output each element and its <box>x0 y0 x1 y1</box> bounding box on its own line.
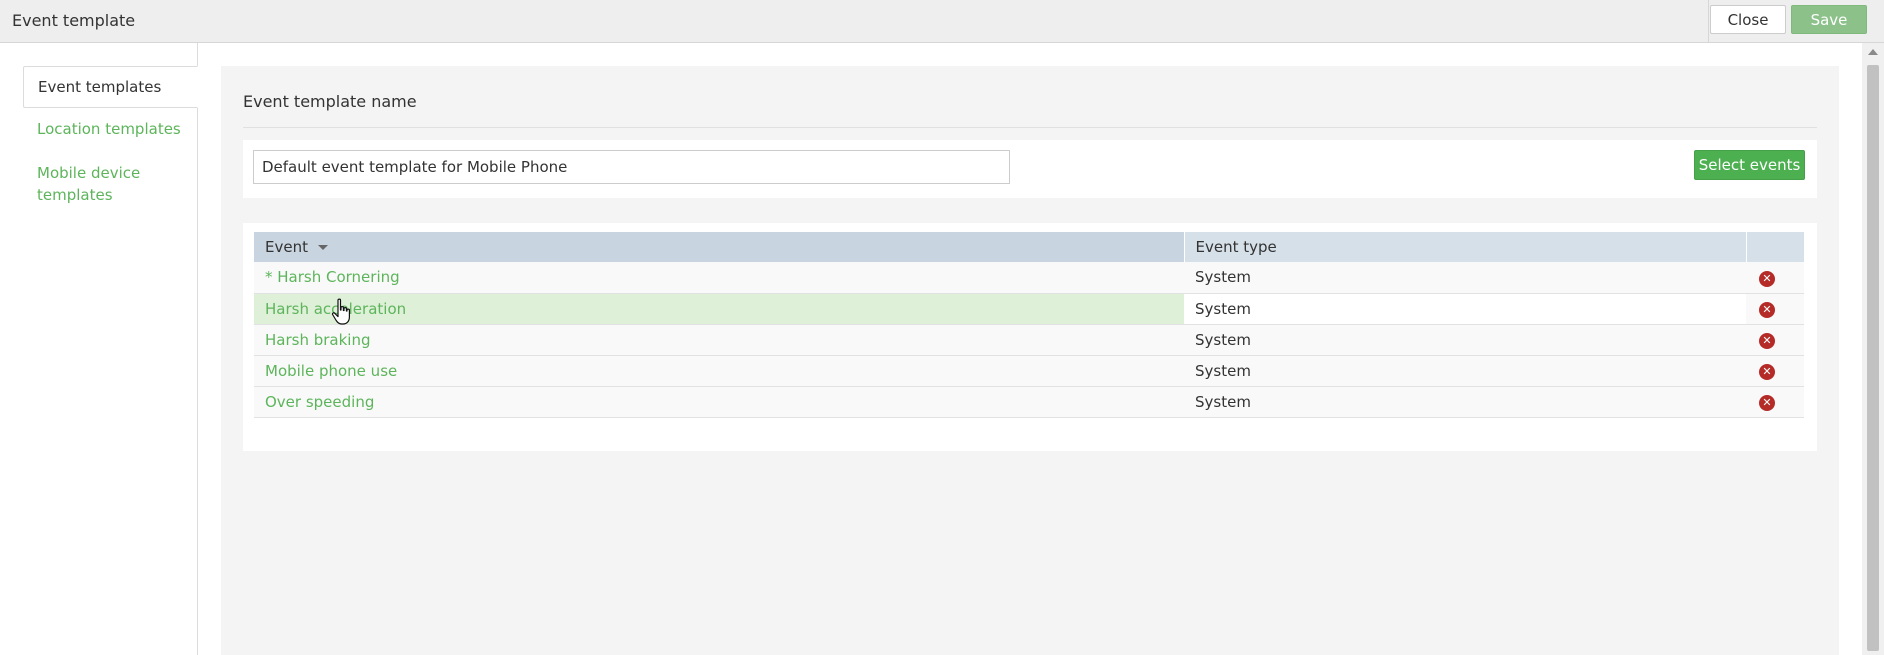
save-button[interactable]: Save <box>1791 5 1867 34</box>
event-cell: Over speeding <box>254 386 1184 418</box>
sidebar-item-mobile-device-templates[interactable]: Mobile device templates <box>23 162 163 206</box>
scroll-up-arrow-icon[interactable] <box>1868 49 1878 55</box>
column-header-event-type[interactable]: Event type <box>1183 232 1746 262</box>
table-header-row: Event Event type <box>254 232 1804 262</box>
column-header-event[interactable]: Event <box>254 232 1184 262</box>
event-cell: Harsh braking <box>254 324 1184 356</box>
select-events-button[interactable]: Select events <box>1694 150 1805 180</box>
sidebar: Event templates Location templates Mobil… <box>0 43 198 655</box>
table-row: Harsh acceleration System ✕ <box>254 293 1804 325</box>
template-name-panel: Select events <box>243 140 1817 198</box>
events-table-panel: Event Event type * Harsh Cornering Syste… <box>243 223 1817 451</box>
actions-cell: ✕ <box>1746 355 1804 387</box>
event-cell: Harsh acceleration <box>254 293 1184 325</box>
event-cell: Mobile phone use <box>254 355 1184 387</box>
remove-circle-icon[interactable]: ✕ <box>1759 333 1775 349</box>
event-type-text: System <box>1195 268 1251 287</box>
event-type-text: System <box>1195 299 1251 318</box>
event-link[interactable]: Over speeding <box>265 393 374 411</box>
event-type-cell: System <box>1184 324 1746 356</box>
sidebar-item-label: Event templates <box>38 78 162 96</box>
hand-cursor-icon <box>331 298 350 325</box>
main-content: Event template name Select events Event … <box>221 66 1839 655</box>
actions-cell: ✕ <box>1746 324 1804 356</box>
remove-circle-icon[interactable]: ✕ <box>1759 270 1775 287</box>
sidebar-item-event-templates[interactable]: Event templates <box>23 66 198 108</box>
title-bar: Event template Close Save <box>0 0 1884 43</box>
sidebar-item-location-templates[interactable]: Location templates <box>23 118 198 140</box>
table-row: Harsh braking System ✕ <box>254 324 1804 356</box>
scroll-thumb[interactable] <box>1867 65 1879 651</box>
event-link[interactable]: * Harsh Cornering <box>265 268 400 286</box>
event-link[interactable]: Harsh braking <box>265 331 371 349</box>
actions-cell: ✕ <box>1746 262 1804 294</box>
event-type-text: System <box>1195 392 1251 411</box>
divider <box>1708 0 1709 43</box>
window-title: Event template <box>12 11 136 30</box>
close-button[interactable]: Close <box>1710 5 1786 34</box>
event-link[interactable]: Mobile phone use <box>265 362 397 380</box>
column-header-actions <box>1745 232 1804 262</box>
remove-circle-icon[interactable]: ✕ <box>1759 364 1775 380</box>
event-type-cell: System <box>1184 355 1746 387</box>
event-type-cell: System <box>1184 386 1746 418</box>
template-name-input[interactable] <box>253 150 1010 184</box>
table-row: Over speeding System ✕ <box>254 386 1804 418</box>
event-type-text: System <box>1195 330 1251 349</box>
remove-circle-icon[interactable]: ✕ <box>1759 302 1775 318</box>
table-row: Mobile phone use System ✕ <box>254 355 1804 387</box>
table-row: * Harsh Cornering System ✕ <box>254 262 1804 294</box>
sidebar-item-label: Location templates <box>37 120 181 138</box>
event-type-text: System <box>1195 361 1251 380</box>
sidebar-item-label: Mobile device templates <box>37 164 141 204</box>
remove-circle-icon[interactable]: ✕ <box>1759 395 1775 411</box>
divider <box>243 127 1817 128</box>
event-cell: * Harsh Cornering <box>254 262 1184 294</box>
event-type-cell: System <box>1184 293 1746 325</box>
sort-desc-icon <box>317 245 328 250</box>
column-header-label: Event <box>265 238 308 256</box>
column-header-label: Event type <box>1195 238 1277 256</box>
actions-cell: ✕ <box>1746 293 1804 325</box>
vertical-scrollbar[interactable] <box>1862 43 1884 655</box>
section-title: Event template name <box>243 92 417 111</box>
event-type-cell: System <box>1184 262 1746 294</box>
actions-cell: ✕ <box>1746 386 1804 418</box>
events-table: Event Event type * Harsh Cornering Syste… <box>254 232 1804 418</box>
